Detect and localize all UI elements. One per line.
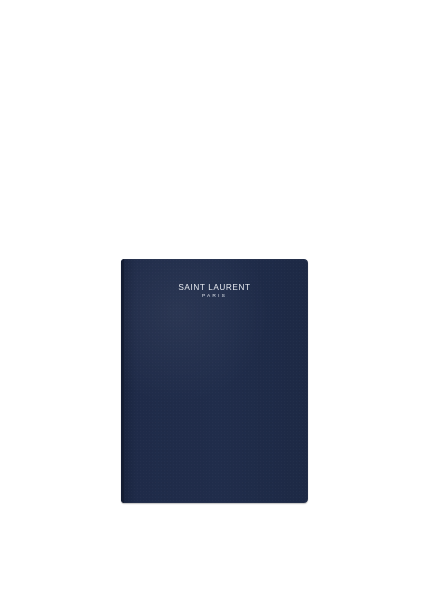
wallet-object: SAINT LAURENT PARIS — [121, 259, 308, 503]
product-photo-canvas: SAINT LAURENT PARIS — [0, 0, 434, 615]
brand-city: PARIS — [201, 294, 228, 299]
brand-name: SAINT LAURENT — [178, 283, 251, 292]
brand-logo: SAINT LAURENT PARIS — [121, 283, 308, 299]
